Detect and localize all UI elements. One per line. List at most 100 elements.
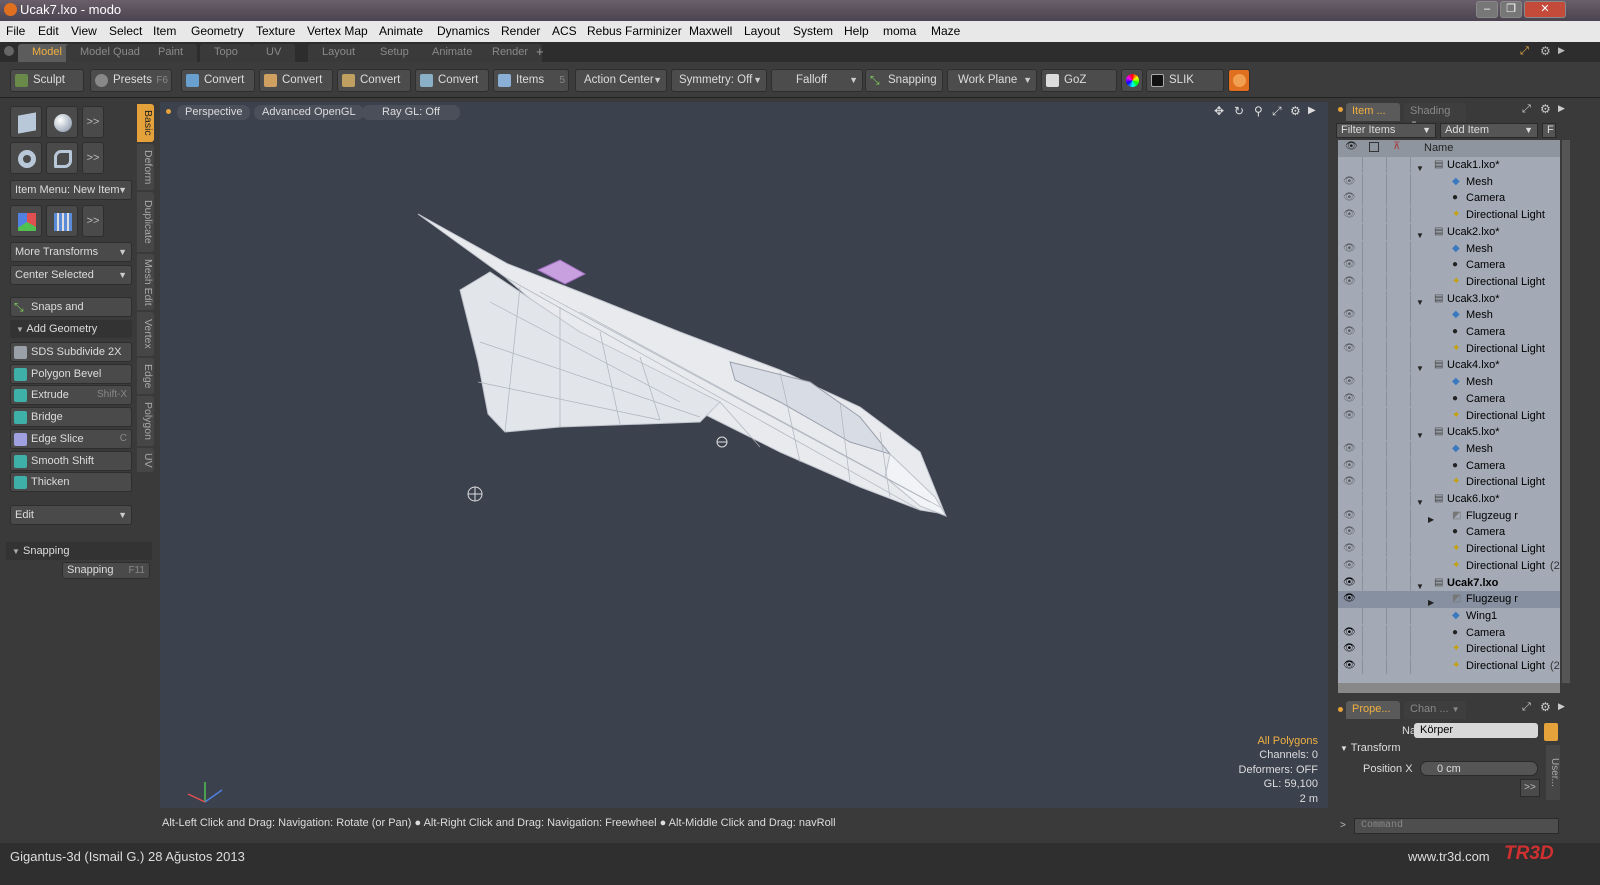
- menu-system[interactable]: System: [793, 24, 833, 38]
- type-column-icon[interactable]: ⊼: [1393, 141, 1400, 152]
- visibility-eye-icon[interactable]: 👁: [1343, 408, 1356, 421]
- tree-item[interactable]: 👁 ● Camera: [1338, 190, 1560, 207]
- visibility-eye-icon[interactable]: 👁: [1343, 391, 1356, 404]
- tree-item[interactable]: 👁 ✦ Directional Light: [1338, 474, 1560, 491]
- snapping-section-header[interactable]: ▼ Snapping: [6, 542, 152, 560]
- visibility-eye-icon[interactable]: 👁: [1343, 474, 1356, 487]
- menu-moma[interactable]: moma: [883, 24, 916, 38]
- tab-uv[interactable]: UV: [252, 44, 296, 62]
- menu-animate[interactable]: Animate: [379, 24, 423, 38]
- vtab-polygon[interactable]: Polygon: [137, 396, 154, 446]
- sculpt-button[interactable]: Sculpt: [10, 69, 84, 92]
- tree-item[interactable]: 👁 ◆ Mesh: [1338, 240, 1560, 258]
- add-tab-button[interactable]: +: [536, 44, 544, 59]
- tree-item[interactable]: ▼ ▤ Ucak4.lxo*: [1338, 357, 1560, 374]
- gear-icon[interactable]: ⚙: [1540, 700, 1551, 714]
- action-center-dropdown[interactable]: Action Center ▼: [575, 69, 667, 92]
- close-button[interactable]: ✕: [1524, 1, 1566, 18]
- f-button[interactable]: F: [1542, 123, 1556, 138]
- menu-maxwell[interactable]: Maxwell: [689, 24, 732, 38]
- visibility-eye-icon[interactable]: 👁: [1343, 324, 1356, 337]
- tree-item[interactable]: ▼ ▤ Ucak6.lxo*: [1338, 491, 1560, 508]
- menu-help[interactable]: Help: [844, 24, 869, 38]
- tree-item[interactable]: ▼ ▤ Ucak2.lxo*: [1338, 223, 1560, 241]
- menu-maze[interactable]: Maze: [931, 24, 960, 38]
- tool-edge-slice[interactable]: Edge Slice C: [10, 428, 132, 449]
- tab-render[interactable]: Render: [478, 44, 543, 62]
- tree-item[interactable]: 👁 ● Camera: [1338, 457, 1560, 475]
- visibility-eye-icon[interactable]: 👁: [1343, 207, 1356, 220]
- symmetry-dropdown[interactable]: Symmetry: Off ▼: [671, 69, 767, 92]
- menu-dynamics[interactable]: Dynamics: [437, 24, 490, 38]
- tab-topo[interactable]: Topo: [200, 44, 252, 62]
- filter-items-dropdown[interactable]: Filter Items ▼: [1336, 123, 1436, 138]
- visibility-eye-icon[interactable]: 👁: [1343, 190, 1356, 203]
- vtab-deform[interactable]: Deform: [137, 144, 154, 190]
- visibility-eye-icon[interactable]: 👁: [1343, 508, 1356, 521]
- tree-item[interactable]: 👁 ● Camera: [1338, 257, 1560, 274]
- more-primitives-button[interactable]: >>: [82, 106, 104, 138]
- options-button[interactable]: [1544, 723, 1558, 741]
- visibility-column-icon[interactable]: 👁: [1345, 141, 1358, 152]
- slik-button[interactable]: SLIK: [1146, 69, 1224, 92]
- menu-file[interactable]: File: [6, 24, 25, 38]
- more-transforms-dropdown[interactable]: More Transforms ▼: [10, 242, 132, 262]
- workplane-tool-button[interactable]: [46, 205, 78, 237]
- sphere-tool-button[interactable]: [46, 106, 78, 138]
- menu-edit[interactable]: Edit: [38, 24, 59, 38]
- tab-setup[interactable]: Setup: [366, 44, 423, 62]
- tab-layout[interactable]: Layout: [308, 44, 370, 62]
- visibility-eye-icon[interactable]: 👁: [1343, 524, 1356, 537]
- visibility-eye-icon[interactable]: 👁: [1343, 458, 1356, 471]
- convert-button-4[interactable]: Convert: [415, 69, 489, 92]
- tree-item[interactable]: 👁 ▶ ◩ Flugzeug r: [1338, 507, 1560, 525]
- tree-item[interactable]: 👁 ◆ Mesh: [1338, 173, 1560, 191]
- tube-tool-button[interactable]: [46, 142, 78, 174]
- tab-item-list[interactable]: Item ...: [1346, 103, 1400, 121]
- hand-tool-button[interactable]: [1228, 69, 1250, 92]
- lock-column-icon[interactable]: [1369, 142, 1379, 152]
- tool-thicken[interactable]: Thicken: [10, 472, 132, 493]
- snaps-precision-button[interactable]: ⤡Snaps and Precision: [10, 297, 132, 331]
- work-plane-dropdown[interactable]: Work Plane ▼: [947, 69, 1037, 92]
- tree-item[interactable]: 👁 ✦ Directional Light: [1338, 340, 1560, 358]
- vtab-duplicate[interactable]: Duplicate: [137, 192, 154, 252]
- menu-rebus-farminizer[interactable]: Rebus Farminizer: [587, 24, 682, 38]
- tab-shading[interactable]: Shading ▼: [1404, 103, 1466, 128]
- visibility-eye-icon[interactable]: 👁: [1343, 541, 1356, 554]
- visibility-eye-icon[interactable]: 👁: [1343, 241, 1356, 254]
- visibility-eye-icon[interactable]: 👁: [1343, 575, 1356, 588]
- vtab-uv[interactable]: UV: [137, 448, 154, 472]
- position-x-field[interactable]: 0 cm: [1420, 761, 1538, 776]
- visibility-eye-icon[interactable]: 👁: [1343, 307, 1356, 320]
- tree-item[interactable]: 👁 ● Camera: [1338, 624, 1560, 642]
- visibility-eye-icon[interactable]: 👁: [1343, 641, 1356, 654]
- goz-button[interactable]: GoZ: [1041, 69, 1117, 92]
- transform-section[interactable]: ▼ Transform: [1340, 742, 1401, 754]
- tree-item[interactable]: 👁 ✦ Directional Light (2: [1338, 557, 1560, 575]
- tab-paint[interactable]: Paint: [144, 44, 198, 62]
- edit-dropdown[interactable]: Edit ▼: [10, 505, 132, 525]
- snapping-button[interactable]: Snapping F11: [62, 562, 150, 579]
- tree-item[interactable]: 👁 ◆ Mesh: [1338, 307, 1560, 324]
- visibility-eye-icon[interactable]: 👁: [1343, 441, 1356, 454]
- vtab-basic[interactable]: Basic: [137, 104, 154, 142]
- menu-layout[interactable]: Layout: [744, 24, 780, 38]
- tree-horizontal-scrollbar[interactable]: [1338, 683, 1560, 693]
- panel-menu-icon[interactable]: [1338, 107, 1343, 112]
- menu-render[interactable]: Render: [501, 24, 540, 38]
- more-shapes-button[interactable]: >>: [82, 142, 104, 174]
- user-tab[interactable]: User...: [1546, 745, 1560, 800]
- gear-icon[interactable]: ⚙: [1540, 44, 1551, 58]
- items-button[interactable]: Items 5: [493, 69, 569, 92]
- tree-item[interactable]: ◆ Wing1: [1338, 607, 1560, 625]
- tab-channels[interactable]: Chan ... ▼: [1404, 701, 1466, 719]
- tab-properties[interactable]: Prope...: [1346, 701, 1400, 719]
- visibility-eye-icon[interactable]: 👁: [1343, 274, 1356, 287]
- presets-button[interactable]: Presets F6: [90, 69, 172, 92]
- tool-polygon-bevel[interactable]: Polygon Bevel: [10, 363, 132, 384]
- tree-item[interactable]: 👁 ● Camera: [1338, 390, 1560, 408]
- cube-tool-button[interactable]: [10, 106, 42, 138]
- menu-acs[interactable]: ACS: [552, 24, 577, 38]
- minimize-button[interactable]: –: [1476, 1, 1498, 18]
